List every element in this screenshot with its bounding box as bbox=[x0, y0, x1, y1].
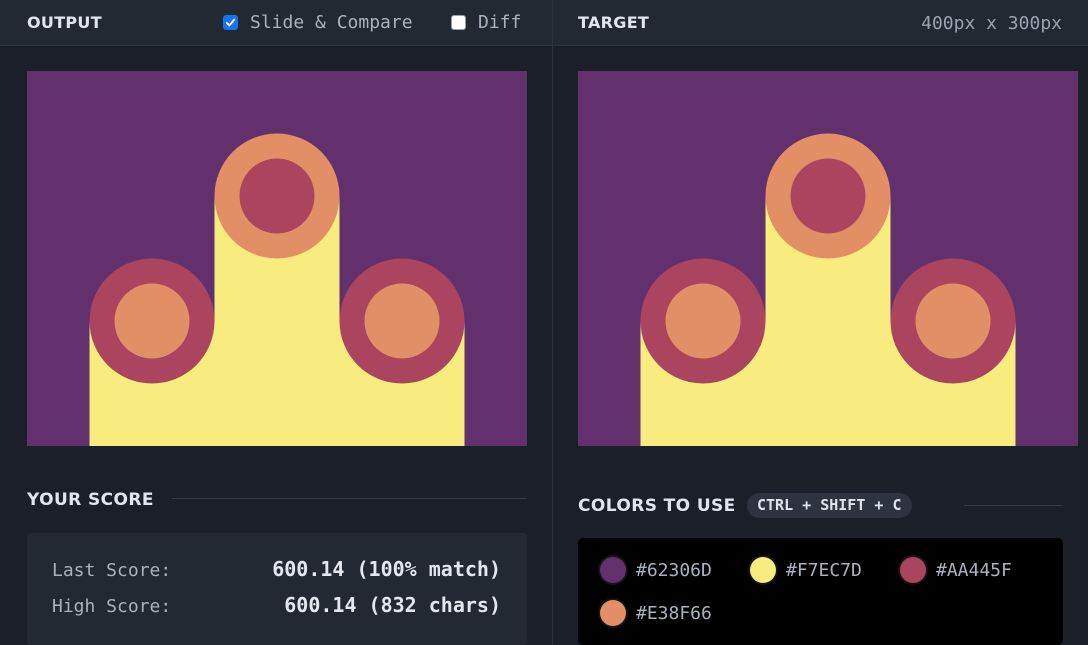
swatch-label[interactable]: #E38F66 bbox=[636, 603, 712, 624]
score-divider bbox=[172, 498, 527, 499]
swatch-label[interactable]: #AA445F bbox=[936, 560, 1012, 581]
swatch-label[interactable]: #F7EC7D bbox=[786, 560, 862, 581]
swatch-4[interactable]: #E38F66 bbox=[600, 600, 712, 626]
target-header: TARGET 400px x 300px bbox=[553, 0, 1088, 46]
color-dot-icon[interactable] bbox=[600, 557, 626, 583]
output-canvas[interactable] bbox=[27, 71, 527, 446]
target-panel: TARGET 400px x 300px COLORS TO USE CTRL … bbox=[553, 0, 1088, 645]
target-title: TARGET bbox=[578, 13, 650, 32]
score-box: Last Score: 600.14 (100% match) High Sco… bbox=[27, 533, 527, 645]
swatch-label[interactable]: #62306D bbox=[636, 560, 712, 581]
diff-option[interactable]: Diff bbox=[451, 12, 521, 33]
colors-divider bbox=[964, 505, 1062, 506]
swatch-1[interactable]: #62306D bbox=[600, 557, 712, 583]
output-top-core bbox=[239, 158, 315, 234]
target-top-core bbox=[790, 158, 866, 234]
color-dot-icon[interactable] bbox=[600, 600, 626, 626]
slide-compare-label[interactable]: Slide & Compare bbox=[250, 12, 413, 33]
high-score-label: High Score: bbox=[52, 596, 172, 617]
swatch-2[interactable]: #F7EC7D bbox=[750, 557, 862, 583]
output-panel: OUTPUT Slide & Compare Diff YOUR SCORE L… bbox=[0, 0, 552, 645]
output-left-core bbox=[114, 283, 190, 359]
slide-compare-checkbox[interactable] bbox=[223, 15, 238, 30]
target-dimensions: 400px x 300px bbox=[921, 13, 1062, 34]
high-score-value: 600.14 (832 chars) bbox=[284, 593, 501, 617]
output-header: OUTPUT Slide & Compare Diff bbox=[0, 0, 552, 46]
high-score-row: High Score: 600.14 (832 chars) bbox=[52, 593, 501, 617]
diff-checkbox[interactable] bbox=[451, 15, 466, 30]
score-title: YOUR SCORE bbox=[27, 490, 154, 510]
output-drawing bbox=[27, 71, 527, 446]
target-drawing bbox=[578, 71, 1078, 446]
swatch-3[interactable]: #AA445F bbox=[900, 557, 1012, 583]
output-right-core bbox=[364, 283, 440, 359]
color-dot-icon[interactable] bbox=[900, 557, 926, 583]
diff-label[interactable]: Diff bbox=[478, 12, 521, 33]
last-score-label: Last Score: bbox=[52, 560, 172, 581]
last-score-value: 600.14 (100% match) bbox=[272, 557, 501, 581]
target-right-core bbox=[915, 283, 991, 359]
target-canvas[interactable] bbox=[578, 71, 1078, 446]
target-left-core bbox=[665, 283, 741, 359]
slide-compare-option[interactable]: Slide & Compare bbox=[223, 12, 413, 33]
last-score-row: Last Score: 600.14 (100% match) bbox=[52, 557, 501, 581]
output-title: OUTPUT bbox=[27, 13, 102, 32]
colors-title: COLORS TO USE bbox=[578, 496, 736, 516]
copy-colors-shortcut: CTRL + SHIFT + C bbox=[747, 493, 912, 518]
colors-box: #62306D #F7EC7D #AA445F #E38F66 bbox=[578, 538, 1063, 645]
color-dot-icon[interactable] bbox=[750, 557, 776, 583]
